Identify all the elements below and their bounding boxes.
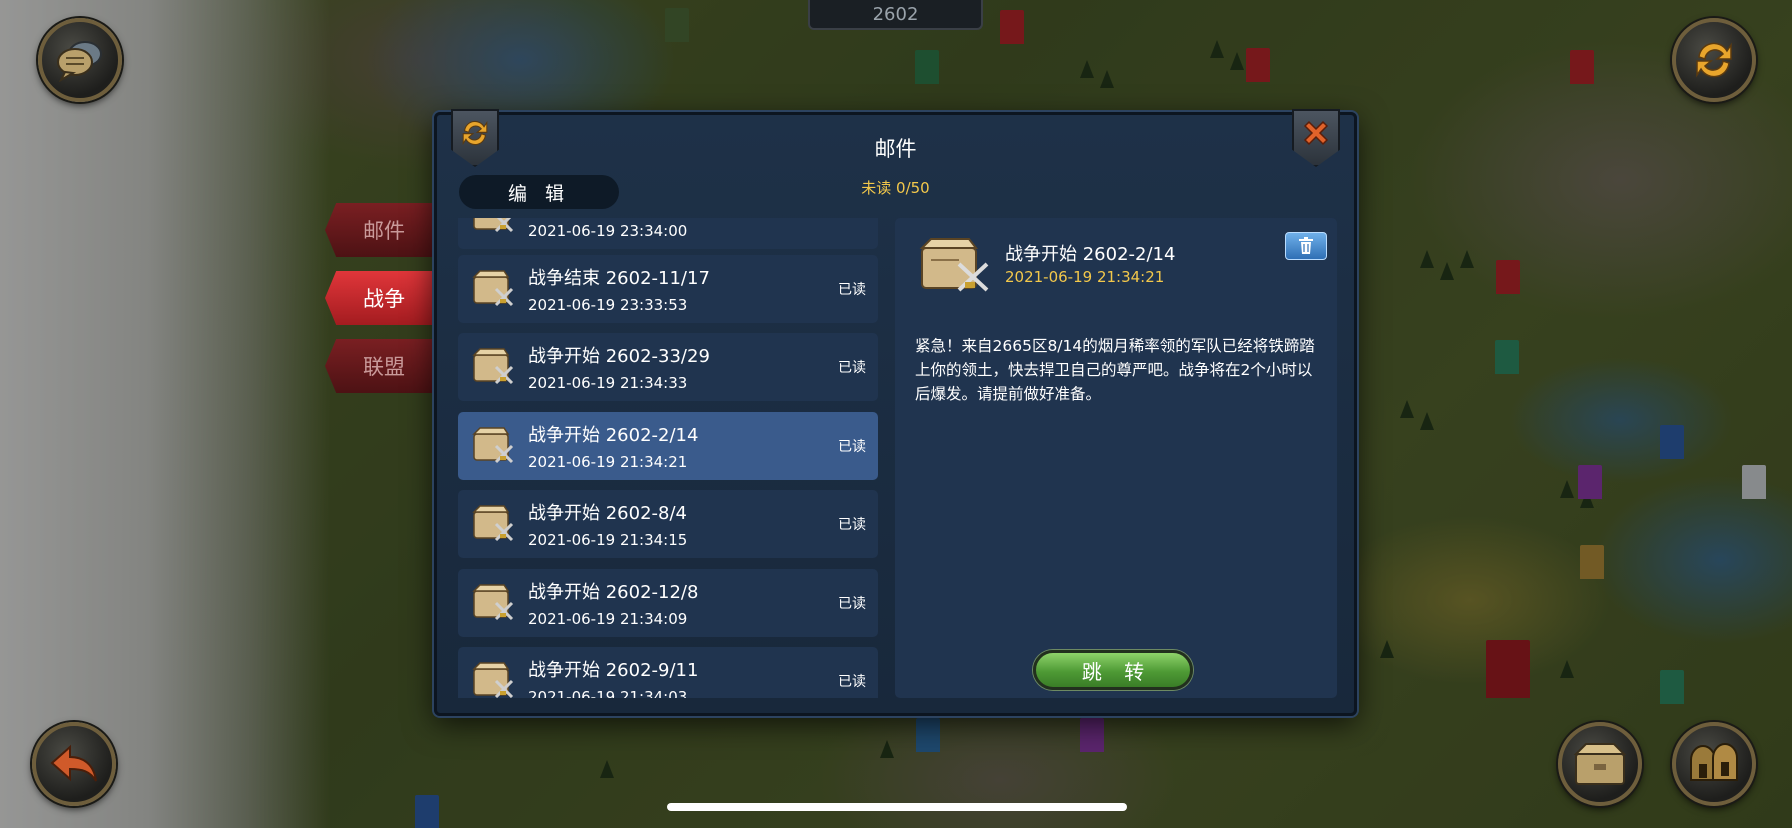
mail-list-item[interactable]: 2021-06-19 23:34:00: [458, 218, 878, 249]
jump-button[interactable]: 跳 转: [1033, 650, 1193, 690]
detail-date: 2021-06-19 21:34:21: [1005, 268, 1165, 286]
mail-subject: 战争开始 2602-33/29: [528, 346, 710, 367]
mail-date: 2021-06-19 21:34:21: [528, 453, 688, 471]
chat-button[interactable]: [38, 18, 122, 102]
war-mail-icon: [472, 584, 514, 621]
edit-button-label: 编 辑: [507, 182, 571, 205]
back-arrow-icon: [50, 744, 97, 782]
map-counter: 2602: [808, 0, 983, 30]
war-mail-icon: [472, 505, 514, 542]
delete-mail-button[interactable]: [1285, 232, 1327, 260]
back-button[interactable]: [32, 722, 116, 806]
war-mail-icon: [472, 662, 514, 698]
mail-date: 2021-06-19 21:34:09: [528, 610, 688, 628]
war-mail-icon: [472, 348, 514, 385]
mail-subject: 战争开始 2602-9/11: [528, 660, 699, 681]
chat-icon: [57, 41, 102, 82]
mail-list[interactable]: 2021-06-19 23:34:00 战争结束 2602-11/17 2021…: [458, 218, 878, 698]
mail-read-status: 已读: [838, 674, 866, 690]
war-mail-icon: [472, 427, 514, 464]
mail-date: 2021-06-19 21:34:33: [528, 374, 688, 392]
helmets-icon: [1690, 743, 1738, 781]
war-mail-icon: [473, 218, 514, 233]
tab-war-label: 战争: [363, 287, 405, 311]
tab-war[interactable]: 战争: [325, 271, 437, 325]
army-button[interactable]: [1672, 722, 1756, 806]
war-mail-icon: [919, 238, 989, 292]
tab-alliance-label: 联盟: [363, 355, 405, 379]
mail-subject: 战争开始 2602-8/4: [528, 503, 687, 524]
mail-list-item[interactable]: 战争开始 2602-9/11 2021-06-19 21:34:03 已读: [458, 647, 878, 698]
mail-date: 2021-06-19 23:34:00: [528, 222, 688, 240]
mail-date: 2021-06-19 23:33:53: [528, 296, 688, 314]
mail-read-status: 已读: [838, 596, 866, 612]
mail-subject: 战争开始 2602-12/8: [528, 582, 699, 603]
tab-alliance[interactable]: 联盟: [325, 339, 437, 393]
mail-subject: 战争开始 2602-2/14: [528, 425, 699, 446]
mail-date: 2021-06-19 21:34:03: [528, 688, 688, 698]
mail-list-item-selected[interactable]: 战争开始 2602-2/14 2021-06-19 21:34:21 已读: [458, 412, 878, 480]
refresh-icon: [1696, 42, 1732, 78]
mail-read-status: 已读: [838, 360, 866, 376]
mail-list-item[interactable]: 战争开始 2602-8/4 2021-06-19 21:34:15 已读: [458, 490, 878, 558]
mail-read-status: 已读: [838, 439, 866, 455]
trash-icon: [1299, 237, 1313, 254]
mail-list-item[interactable]: 战争开始 2602-12/8 2021-06-19 21:34:09 已读: [458, 569, 878, 637]
mailbox-icon: [1573, 743, 1627, 785]
home-indicator[interactable]: [667, 803, 1127, 811]
mail-list-item[interactable]: 战争开始 2602-33/29 2021-06-19 21:34:33 已读: [458, 333, 878, 401]
tab-mail[interactable]: 邮件: [325, 203, 437, 257]
detail-body: 紧急！来自2665区8/14的烟月稀率领的军队已经将铁蹄踏上你的领土，快去捍卫自…: [915, 337, 1315, 403]
mail-read-status: 已读: [838, 517, 866, 533]
mail-list-item[interactable]: 战争结束 2602-11/17 2021-06-19 23:33:53 已读: [458, 255, 878, 323]
mail-read-status: 已读: [838, 282, 866, 298]
jump-button-label: 跳 转: [1081, 659, 1153, 684]
mail-subject: 战争结束 2602-11/17: [528, 268, 710, 289]
refresh-map-button[interactable]: [1672, 18, 1756, 102]
detail-subject: 战争开始 2602-2/14: [1005, 244, 1176, 265]
mail-date: 2021-06-19 21:34:15: [528, 531, 688, 549]
dialog-title: 邮件: [874, 137, 917, 161]
mailbox-button[interactable]: [1558, 722, 1642, 806]
edit-button[interactable]: 编 辑: [459, 175, 619, 209]
map-counter-value: 2602: [872, 3, 919, 25]
mail-detail-panel: 战争开始 2602-2/14 2021-06-19 21:34:21 紧急！来自…: [895, 218, 1337, 698]
war-mail-icon: [472, 270, 514, 307]
tab-mail-label: 邮件: [363, 219, 405, 243]
